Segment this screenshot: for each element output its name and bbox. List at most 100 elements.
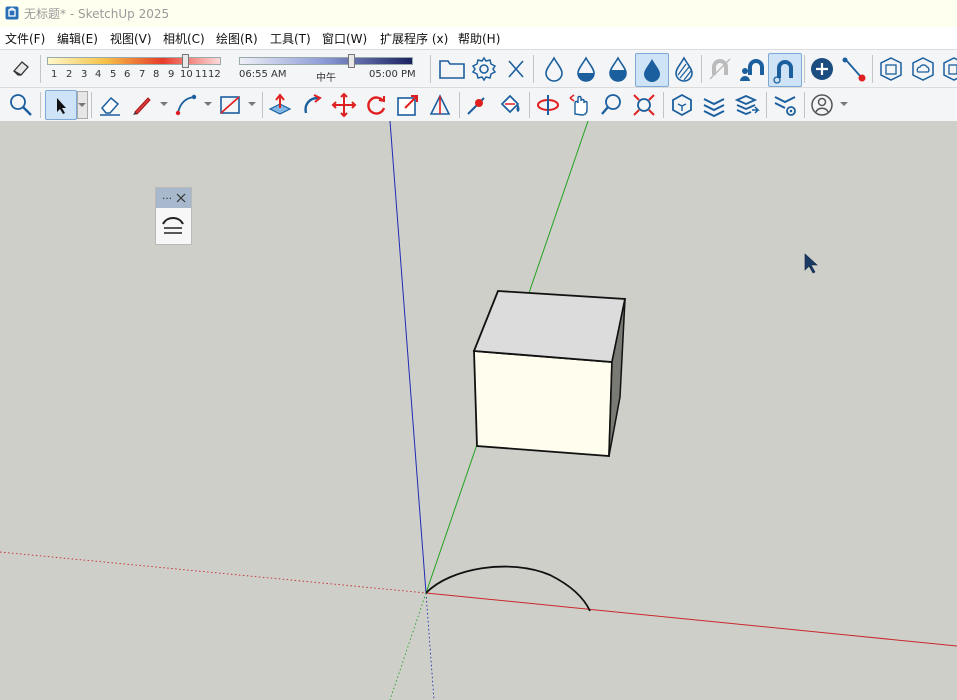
grip-dots-icon: … — [162, 191, 172, 202]
menu-file[interactable]: 文件(F) — [5, 30, 45, 47]
cube-top-face[interactable] — [472, 290, 627, 363]
drop-outline-icon[interactable] — [540, 55, 568, 83]
arc-icon[interactable] — [173, 92, 199, 118]
month-tick: 10 — [180, 69, 193, 80]
menu-view[interactable]: 视图(V) — [110, 30, 152, 47]
account-icon[interactable] — [810, 92, 834, 118]
floating-mini-toolbar: … — [155, 187, 192, 245]
month-tick: 4 — [95, 69, 102, 80]
rotate-icon[interactable] — [363, 92, 389, 118]
tape-point-icon[interactable] — [464, 92, 490, 118]
box-partial-icon[interactable] — [940, 55, 957, 83]
drop-selected-button[interactable] — [635, 53, 669, 87]
month-tick: 2 — [66, 69, 73, 80]
follow-me-icon[interactable] — [300, 92, 326, 118]
separator — [663, 92, 664, 118]
month-tick: 5 — [110, 69, 117, 80]
separator — [701, 55, 702, 83]
sketchup-logo-icon — [5, 6, 19, 20]
menu-bar: 文件(F) 编辑(E) 视图(V) 相机(C) 绘图(R) 工具(T) 窗口(W… — [0, 27, 957, 49]
toolbar-large-tools — [0, 87, 957, 122]
menu-draw[interactable]: 绘图(R) — [216, 30, 258, 47]
dropdown-arrow-icon[interactable] — [160, 102, 168, 106]
zoom-icon[interactable] — [9, 93, 33, 117]
select-arrow-icon — [57, 98, 66, 114]
line-point-icon[interactable] — [840, 55, 868, 83]
menu-help[interactable]: 帮助(H) — [458, 30, 500, 47]
separator — [430, 55, 431, 83]
extension-gear-icon[interactable] — [772, 92, 798, 118]
month-tick: 7 — [139, 69, 146, 80]
time-slider[interactable] — [239, 57, 413, 65]
dropdown-arrow-icon[interactable] — [248, 102, 256, 106]
time-end-label: 05:00 PM — [369, 69, 416, 80]
month-tick: 12 — [208, 69, 221, 80]
box-cloud-icon[interactable] — [909, 55, 937, 83]
magnet-user-icon[interactable] — [738, 55, 766, 83]
model-viewport[interactable] — [0, 121, 957, 700]
layers-arrow-icon[interactable] — [734, 92, 760, 118]
month-slider-thumb[interactable] — [181, 54, 189, 68]
magnet-active-button[interactable] — [768, 53, 802, 87]
zoom-extents-icon[interactable] — [631, 92, 657, 118]
close-x-icon[interactable] — [504, 56, 528, 82]
zoom-lens-icon[interactable] — [599, 92, 625, 118]
menu-tools[interactable]: 工具(T) — [270, 30, 311, 47]
drop-fill-icon[interactable] — [604, 55, 632, 83]
menu-extensions[interactable]: 扩展程序 (x) — [380, 30, 448, 47]
menu-window[interactable]: 窗口(W) — [322, 30, 367, 47]
window-title: 无标题* - SketchUp 2025 — [24, 7, 170, 21]
time-start-label: 06:55 AM — [239, 69, 287, 80]
eraser-icon[interactable] — [97, 92, 123, 118]
box-face-icon[interactable] — [877, 55, 905, 83]
arc-tool-icon[interactable] — [160, 214, 186, 238]
eraser-style-icon[interactable] — [10, 58, 32, 78]
add-circle-icon[interactable] — [808, 55, 836, 83]
month-tick: 11 — [195, 69, 208, 80]
month-slider[interactable] — [47, 57, 221, 65]
gear-icon[interactable] — [470, 56, 498, 82]
separator — [40, 55, 41, 83]
month-tick: 3 — [81, 69, 88, 80]
cube-geometry[interactable] — [472, 290, 627, 457]
time-slider-thumb[interactable] — [347, 54, 355, 68]
rectangle-icon[interactable] — [217, 92, 243, 118]
scale-icon[interactable] — [395, 92, 421, 118]
separator — [804, 92, 805, 118]
layers-icon[interactable] — [701, 92, 727, 118]
separator — [533, 55, 534, 83]
cube-front-face[interactable] — [473, 350, 613, 457]
pencil-icon[interactable] — [129, 92, 155, 118]
mini-toolbar-header[interactable]: … — [156, 188, 191, 208]
close-icon[interactable] — [176, 193, 186, 203]
separator — [40, 92, 41, 118]
separator — [91, 92, 92, 118]
menu-camera[interactable]: 相机(C) — [163, 30, 205, 47]
dropdown-arrow-icon[interactable] — [204, 102, 212, 106]
orbit-icon[interactable] — [535, 92, 561, 118]
paint-bucket-icon[interactable] — [497, 92, 523, 118]
magnet-off-icon[interactable] — [706, 55, 734, 83]
separator — [872, 55, 873, 83]
menu-edit[interactable]: 编辑(E) — [57, 30, 98, 47]
separator — [766, 92, 767, 118]
drop-striped-icon[interactable] — [670, 55, 698, 83]
drop-half-icon[interactable] — [572, 55, 600, 83]
separator — [262, 92, 263, 118]
dropdown-arrow-icon — [78, 103, 86, 107]
month-tick: 6 — [124, 69, 131, 80]
folder-icon[interactable] — [438, 56, 466, 82]
pan-icon[interactable] — [567, 92, 593, 118]
warehouse-icon[interactable] — [669, 92, 695, 118]
separator — [804, 55, 805, 83]
select-button[interactable] — [45, 90, 77, 120]
protractor-icon[interactable] — [427, 92, 453, 118]
separator — [459, 92, 460, 118]
drop-selected-icon — [644, 59, 660, 82]
month-tick: 1 — [51, 69, 58, 80]
separator — [529, 92, 530, 118]
dropdown-arrow-icon[interactable] — [840, 102, 848, 106]
toolbar-shadows-styles: 1 2 3 4 5 6 7 8 9 10 11 12 06:55 AM 中午 0… — [0, 49, 957, 88]
move-icon[interactable] — [331, 92, 357, 118]
push-pull-icon[interactable] — [267, 92, 293, 118]
